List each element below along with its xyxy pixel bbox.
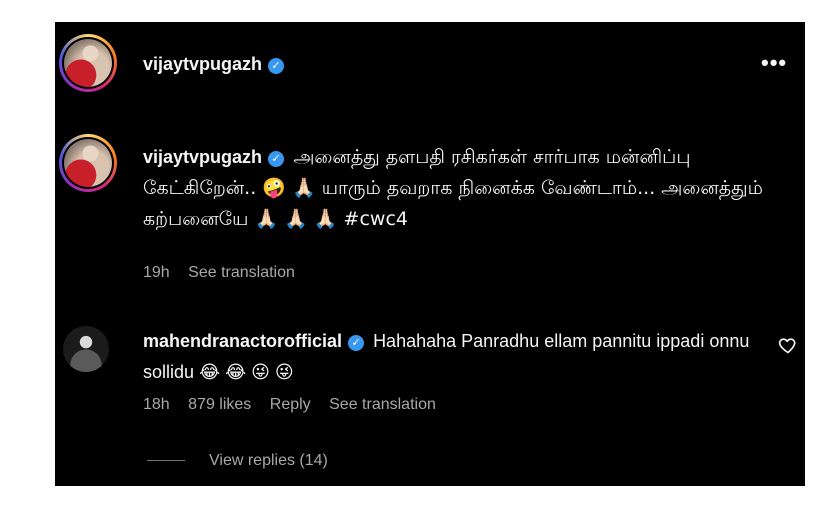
caption-username[interactable]: vijaytvpugazh <box>143 147 262 167</box>
comment-block: mahendranactorofficial ✓ Hahahaha Panradh… <box>143 326 753 388</box>
avatar-frame <box>62 37 114 89</box>
verified-badge-icon: ✓ <box>268 58 285 74</box>
verified-badge-icon: ✓ <box>268 151 285 167</box>
header-username[interactable]: vijaytvpugazh <box>143 54 262 74</box>
comment-meta: 18h 879 likes Reply See translation <box>143 396 450 414</box>
post-panel: vijaytvpugazh ✓ ••• vijaytvpugazh ✓ அனைத்த… <box>55 22 805 486</box>
comment-reply-button[interactable]: Reply <box>270 396 311 413</box>
comment-see-translation-link[interactable]: See translation <box>329 396 436 413</box>
heart-icon[interactable] <box>778 335 798 355</box>
caption-meta: 19h See translation <box>143 264 309 282</box>
caption-block: vijaytvpugazh ✓ அனைத்து தளபதி ரசிகர்கள் ச… <box>143 142 783 235</box>
verified-badge-icon: ✓ <box>348 335 365 351</box>
comment-avatar[interactable] <box>63 326 109 372</box>
comment-username[interactable]: mahendranactorofficial <box>143 331 342 351</box>
view-replies-button[interactable]: View replies (14) <box>147 452 328 470</box>
header-avatar[interactable] <box>59 34 117 92</box>
header-user: vijaytvpugazh ✓ <box>143 54 285 75</box>
avatar-photo <box>64 139 112 187</box>
caption-avatar[interactable] <box>59 134 117 192</box>
view-replies-label: View replies (14) <box>209 452 328 469</box>
caption-see-translation-link[interactable]: See translation <box>188 264 295 281</box>
avatar-photo <box>64 39 112 87</box>
more-options-icon[interactable]: ••• <box>761 50 787 76</box>
avatar-frame <box>62 137 114 189</box>
comment-likes-count[interactable]: 879 likes <box>188 396 251 413</box>
caption-timestamp: 19h <box>143 264 170 281</box>
replies-divider-line <box>147 460 185 462</box>
comment-timestamp: 18h <box>143 396 170 413</box>
